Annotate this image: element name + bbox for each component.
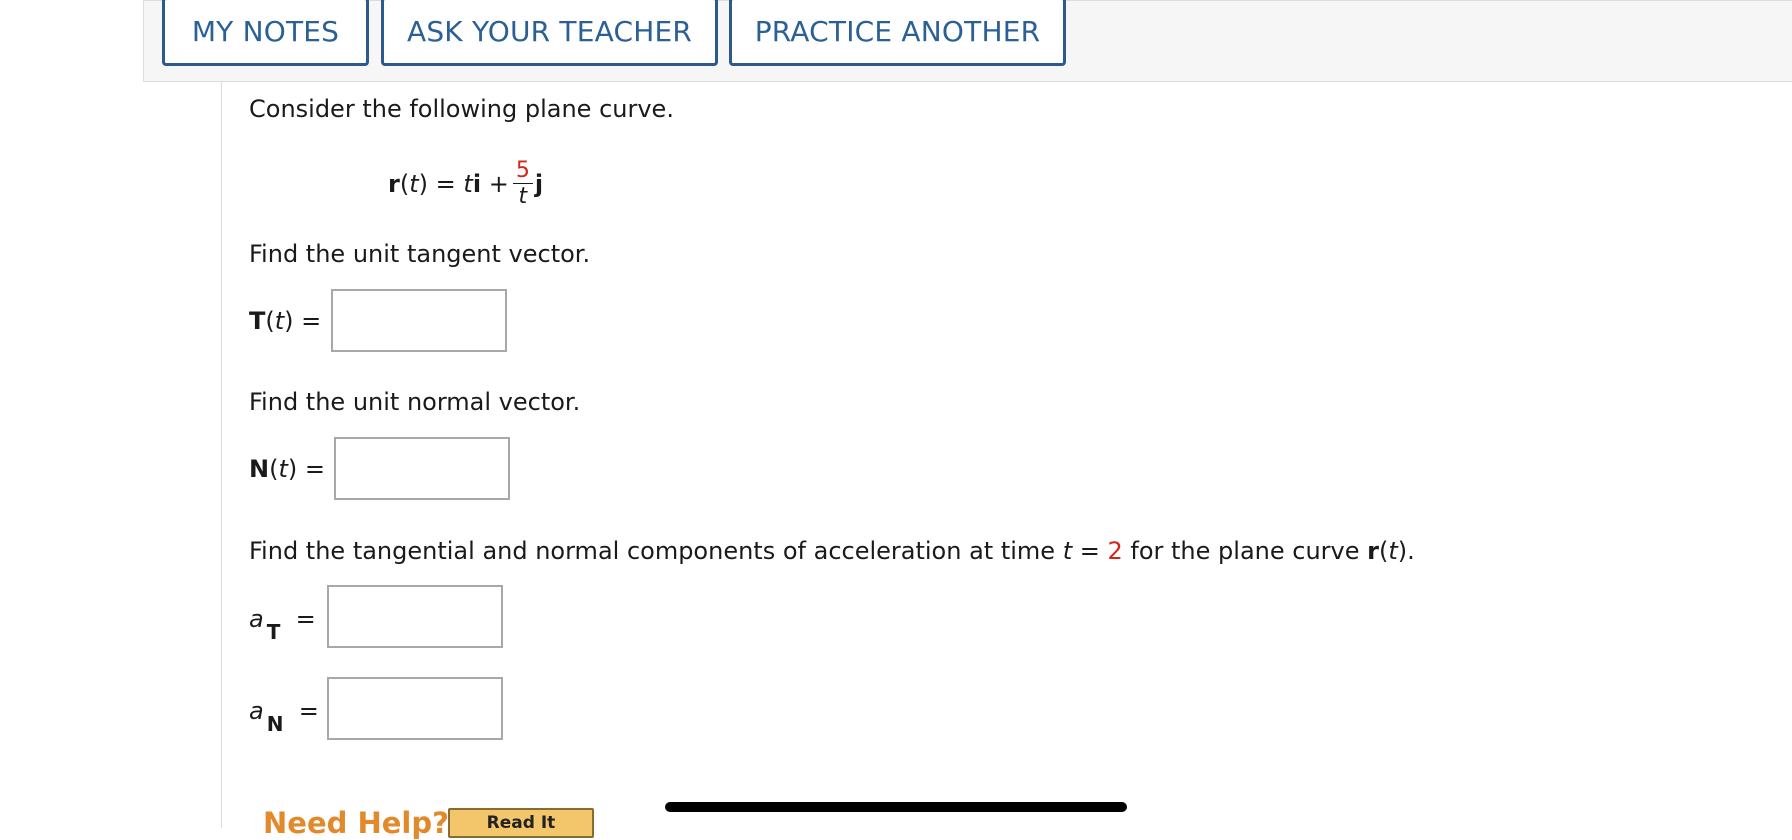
normal-t-var: t — [278, 455, 288, 483]
eq-i-vector: i — [472, 170, 482, 198]
eq-plus: + — [488, 170, 509, 198]
part3-t-var: t — [1062, 537, 1073, 565]
tangent-open: ( — [265, 307, 275, 335]
horizontal-scrollbar[interactable] — [665, 802, 1127, 812]
aN-subscript: N — [266, 712, 284, 736]
eq-numerator: 5 — [512, 158, 533, 184]
normal-N-symbol: N — [249, 455, 270, 483]
part3-time-value: 2 — [1107, 537, 1123, 565]
aT-subscript: T — [266, 620, 281, 644]
eq-t-coef: t — [463, 170, 473, 198]
aT-a-symbol: a — [249, 605, 264, 633]
eq-t-var: t — [409, 170, 419, 198]
aN-a-symbol: a — [249, 697, 264, 725]
eq-r-symbol: r — [388, 170, 400, 198]
tangential-accel-label: aT = — [249, 605, 316, 644]
normal-accel-answer-input[interactable] — [327, 677, 503, 740]
normal-vector-label: N(t) = — [249, 455, 325, 483]
eq-fraction: 5 t — [512, 158, 533, 210]
normal-close: ) = — [287, 455, 325, 483]
eq-equals: = — [435, 170, 456, 198]
unit-normal-answer-input[interactable] — [334, 437, 510, 500]
my-notes-button[interactable]: MY NOTES — [162, 0, 369, 66]
part3-r-symbol: r — [1367, 537, 1379, 565]
normal-accel-label: aN = — [249, 697, 319, 736]
part3-text-b: for the plane curve — [1122, 537, 1368, 565]
unit-tangent-answer-input[interactable] — [331, 289, 507, 352]
tangent-vector-label: T(t) = — [249, 307, 321, 335]
part3-equals: = — [1072, 537, 1108, 565]
part2-prompt: Find the unit normal vector. — [249, 388, 581, 416]
question-intro: Consider the following plane curve. — [249, 95, 674, 123]
part1-prompt: Find the unit tangent vector. — [249, 240, 591, 268]
part3-t2-var: t — [1388, 537, 1398, 565]
practice-another-button[interactable]: PRACTICE ANOTHER — [729, 0, 1066, 66]
eq-open-paren: ( — [399, 170, 410, 198]
content-left-border — [221, 82, 222, 828]
eq-j-vector: j — [534, 170, 544, 198]
part3-text-a: Find the tangential and normal component… — [249, 537, 1063, 565]
eq-close-paren: ) — [418, 170, 429, 198]
tangent-close: ) = — [284, 307, 322, 335]
need-help-label: Need Help? — [263, 806, 449, 840]
aN-equals: = — [298, 697, 319, 725]
eq-denominator: t — [518, 183, 528, 209]
part3-close: ). — [1397, 537, 1415, 565]
ask-your-teacher-button[interactable]: ASK YOUR TEACHER — [381, 0, 718, 66]
tangent-T-symbol: T — [249, 307, 266, 335]
aT-equals: = — [295, 605, 316, 633]
part3-open: ( — [1378, 537, 1389, 565]
question-toolbar: MY NOTES ASK YOUR TEACHER PRACTICE ANOTH… — [143, 0, 1792, 82]
curve-equation: r(t) = ti + 5 t j — [388, 150, 543, 218]
read-it-button[interactable]: Read It — [448, 808, 594, 838]
part3-prompt: Find the tangential and normal component… — [249, 537, 1415, 565]
tangent-t-var: t — [274, 307, 285, 335]
tangential-accel-answer-input[interactable] — [327, 585, 503, 648]
